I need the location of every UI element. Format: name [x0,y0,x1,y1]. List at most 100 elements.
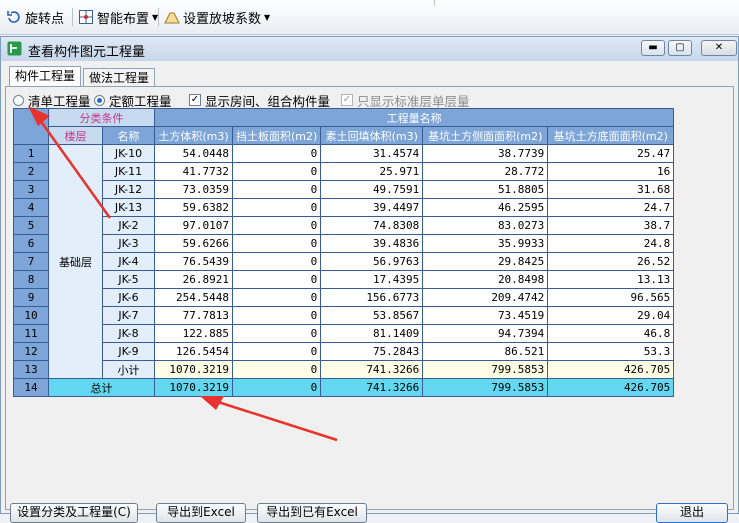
row-number: 7 [13,252,49,271]
table-row[interactable]: 6 JK-3 59.6266 0 39.4836 35.9933 24.8 [13,234,675,253]
show-rooms-checkbox[interactable]: ✓ [189,94,201,106]
qty-cell: 0 [231,342,322,361]
std-floor-checkbox: ✓ [341,94,353,106]
col-header-qty: 挡土板面积(m2) [231,126,322,145]
qty-cell: 73.4519 [422,306,549,325]
exit-button[interactable]: 退出 [656,503,728,523]
smart-layout-button[interactable]: 智能布置 ▼ [78,7,158,27]
header-row-columns: 楼层 名称 土方体积(m3) 挡土板面积(m2) 素土回填体积(m3) 基坑土方侧面面积(… [14,126,675,145]
qty-cell: 24.7 [547,198,675,217]
qty-cell: 25.971 [320,162,424,181]
minimize-button[interactable]: ▬ [641,40,665,56]
qty-cell: 94.7394 [422,324,549,343]
qty-cell: 59.6382 [154,198,233,217]
qty-cell: 38.7739 [422,144,549,163]
qty-cell: 254.5448 [154,288,233,307]
qty-cell: 83.0273 [422,216,549,235]
quota-qty-label: 定额工程量 [109,93,172,109]
maximize-button[interactable]: ▢ [668,40,692,56]
qty-cell: 0 [231,162,322,181]
qty-cell: 0 [231,180,322,199]
qty-cell: 0 [231,252,322,271]
col-header-qty: 土方体积(m3) [154,126,233,145]
qty-cell: 0 [231,270,322,289]
component-name-cell: JK-11 [102,162,155,181]
quantity-table: 分类条件 工程量名称 楼层 名称 土方体积(m3) 挡土板面积(m2) 素土回填体积(m3)… [13,108,675,397]
row-number: 2 [13,162,49,181]
toolbar-divider [158,8,159,26]
bill-qty-radio[interactable] [13,94,24,106]
qty-cell: 156.6773 [320,288,424,307]
header-row-group: 分类条件 工程量名称 [13,108,675,145]
qty-group-header: 工程量名称 [153,108,675,127]
set-slope-factor-button[interactable]: 设置放坡系数 ▼ [164,7,270,27]
qty-cell: 39.4497 [320,198,424,217]
row-number: 8 [13,270,49,289]
component-name-cell: JK-7 [102,306,155,325]
qty-cell: 56.9763 [320,252,424,271]
qty-cell: 17.4395 [320,270,424,289]
qty-cell: 97.0107 [154,216,233,235]
table-row[interactable]: 1 基础层 JK-10 54.0448 0 31.4574 38.7739 25.47 [13,144,675,379]
quota-qty-option[interactable]: 定额工程量 [94,92,172,109]
row-number: 3 [13,180,49,199]
qty-cell: 49.7591 [320,180,424,199]
qty-cell: 46.2595 [422,198,549,217]
component-name-cell: JK-4 [102,252,155,271]
smart-layout-label: 智能布置 [97,11,150,27]
tab-method-qty[interactable]: 做法工程量 [83,68,156,87]
subtotal-cell: 799.5853 [422,360,549,379]
qty-cell: 13.13 [547,270,675,289]
table-row[interactable]: 12 JK-9 126.5454 0 75.2843 86.521 53.3 [13,342,675,361]
quota-qty-radio[interactable] [94,94,105,106]
row-number: 13 [13,360,49,379]
table-row[interactable]: 3 JK-12 73.0359 0 49.7591 51.8805 31.68 [13,180,675,199]
total-row[interactable]: 14 总计 1070.3219 0 741.3266 799.5853 426.705 [13,378,675,397]
qty-cell: 38.7 [547,216,675,235]
total-cell: 426.705 [547,378,675,397]
qty-cell: 0 [231,306,322,325]
rotate-point-button[interactable]: 旋转点 [6,7,64,27]
table-row[interactable]: 9 JK-6 254.5448 0 156.6773 209.4742 96.565 [13,288,675,307]
qty-cell: 81.1409 [320,324,424,343]
category-group-header: 分类条件 [48,108,155,127]
show-rooms-option[interactable]: ✓ 显示房间、组合构件量 [189,92,330,109]
set-category-button[interactable]: 设置分类及工程量(C) [10,503,138,523]
qty-cell: 75.2843 [320,342,424,361]
table-row[interactable]: 10 JK-7 77.7813 0 53.8567 73.4519 29.04 [13,306,675,325]
table-row[interactable]: 11 JK-8 122.885 0 81.1409 94.7394 46.8 [13,324,675,343]
dialog-titlebar: 查看构件图元工程量 ▬ ▢ ✕ [1,37,738,61]
close-button[interactable]: ✕ [701,40,737,56]
toolbar-divider [72,8,73,26]
qty-cell: 46.8 [547,324,675,343]
subtotal-row[interactable]: 13 小计 1070.3219 0 741.3266 799.5853 426.705 [13,360,675,379]
table-row[interactable]: 7 JK-4 76.5439 0 56.9763 29.8425 26.52 [13,252,675,271]
qty-cell: 16 [547,162,675,181]
total-cell: 741.3266 [320,378,424,397]
table-row[interactable]: 4 JK-13 59.6382 0 39.4497 46.2595 24.7 [13,198,675,217]
col-header-qty: 基坑土方底面面积(m2) [547,126,675,145]
table-row[interactable]: 8 JK-5 26.8921 0 17.4395 20.8498 13.13 [13,270,675,289]
col-header-qty: 素土回填体积(m3) [320,126,424,145]
qty-cell: 28.772 [422,162,549,181]
qty-cell: 54.0448 [154,144,233,163]
tab-component-qty[interactable]: 构件工程量 [9,66,82,87]
qty-cell: 53.8567 [320,306,424,325]
std-floor-option: ✓ 只显示标准层单层量 [341,92,470,109]
qty-cell: 26.52 [547,252,675,271]
qty-cell: 0 [231,144,322,163]
component-name-cell: JK-5 [102,270,155,289]
row-number: 4 [13,198,49,217]
export-open-excel-button[interactable]: 导出到已有Excel [257,503,367,523]
table-row[interactable]: 2 JK-11 41.7732 0 25.971 28.772 16 [13,162,675,181]
component-name-cell: JK-8 [102,324,155,343]
total-cell: 0 [231,378,322,397]
bill-qty-option[interactable]: 清单工程量 [13,92,91,109]
component-name-cell: JK-6 [102,288,155,307]
subtotal-cell: 1070.3219 [154,360,233,379]
row-number: 9 [13,288,49,307]
qty-cell: 59.6266 [154,234,233,253]
table-row[interactable]: 5 JK-2 97.0107 0 74.8308 83.0273 38.7 [13,216,675,235]
qty-cell: 0 [231,324,322,343]
export-excel-button[interactable]: 导出到Excel [156,503,246,523]
